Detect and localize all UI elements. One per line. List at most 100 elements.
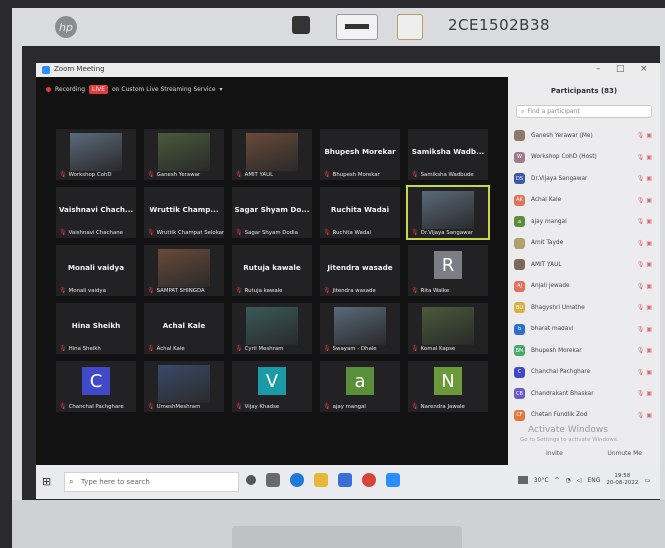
tile-name-label: 🎙 Dr.Vijaya Sangawar — [411, 229, 473, 236]
tile-label-text: Ganesh Yerawar — [156, 171, 201, 178]
video-tile[interactable]: Bhupesh Morekar 🎙 Bhupesh Morekar — [320, 129, 400, 180]
participant-row[interactable]: AMIT YAUL 🎙 ▣ — [514, 254, 656, 276]
video-tile[interactable]: 🎙 AMIT YAUL — [232, 129, 312, 180]
participant-status-icons[interactable]: 🎙 ▣ — [637, 154, 652, 161]
notification-icon[interactable]: ▭ — [644, 477, 650, 484]
video-tile[interactable]: C 🎙 Chanchal Pachghare — [56, 361, 136, 412]
participant-status-icons[interactable]: 🎙 ▣ — [637, 218, 652, 225]
muted-mic-icon: 🎙 — [411, 287, 419, 294]
participant-avatar: AJ — [514, 280, 525, 292]
video-tile[interactable]: Sagar Shyam Do... 🎙 Sagar Shyam Dodia — [232, 187, 312, 238]
video-tile[interactable]: a 🎙 ajay mangal — [320, 361, 400, 412]
video-tile[interactable]: Rutuja kawale 🎙 Rutuja kawale — [232, 245, 312, 296]
video-tile[interactable]: R 🎙 Rita Walke — [408, 245, 488, 296]
video-tile[interactable]: Vaishnavi Chach... 🎙 Vaishnavi Chachane — [56, 187, 136, 238]
participant-name: ajay mangal — [531, 218, 567, 225]
video-tile[interactable]: 🎙 Swayam - Dhale — [320, 303, 400, 354]
participant-search-input[interactable]: ⌕ Find a participant — [516, 105, 652, 118]
participant-row[interactable]: BU Bhagyshri Umathe 🎙 ▣ — [514, 297, 656, 319]
participant-avatar — [514, 237, 525, 249]
zoom-taskbar-icon[interactable] — [386, 473, 400, 487]
weather-icon[interactable] — [517, 476, 528, 484]
participant-row[interactable]: Ganesh Yerawar (Me) 🎙 ▣ — [514, 125, 656, 147]
system-tray: 30°C ^ ◔ ◁ ENG 19:58 20-08-2022 ▭ — [517, 473, 650, 487]
participant-status-icons[interactable]: 🎙 ▣ — [637, 326, 652, 333]
participant-status-icons[interactable]: 🎙 ▣ — [637, 304, 652, 311]
network-icon[interactable]: ◔ — [566, 477, 571, 484]
webcam-icon — [292, 16, 310, 34]
minimize-icon[interactable]: – — [596, 64, 601, 74]
video-tile[interactable]: 🎙 Komal Kapse — [408, 303, 488, 354]
chevron-up-icon[interactable]: ^ — [555, 477, 560, 484]
participant-row[interactable]: CF Chetan Fundlik Zod 🎙 ▣ — [514, 405, 656, 427]
tile-label-text: Rita Walke — [420, 287, 450, 294]
live-badge[interactable]: LIVE — [89, 85, 109, 94]
volume-icon[interactable]: ◁ — [577, 477, 582, 484]
muted-mic-icon: 🎙 — [323, 229, 331, 236]
invite-button[interactable]: Invite — [546, 450, 563, 457]
video-feed — [422, 307, 474, 345]
maximize-icon[interactable]: □ — [616, 64, 625, 74]
edge-icon[interactable] — [290, 473, 304, 487]
video-tile[interactable]: Samiksha Wadb... 🎙 Samiksha Wadbude — [408, 129, 488, 180]
chevron-down-icon[interactable]: ▾ — [220, 86, 223, 93]
temperature[interactable]: 30°C — [534, 477, 549, 484]
cortana-icon[interactable] — [246, 475, 256, 485]
taskbar-search-input[interactable]: ⌕ Type here to search — [64, 472, 239, 492]
video-tile[interactable]: 🎙 SAMPAT SHINGDA — [144, 245, 224, 296]
video-tile[interactable]: 🎙 Cyril Meshram — [232, 303, 312, 354]
participant-row[interactable]: W Workshop CohD (Host) 🎙 ▣ — [514, 147, 656, 169]
recording-label: Recording — [55, 86, 86, 93]
video-tile[interactable]: 🎙 UmeshMeshram — [144, 361, 224, 412]
participant-row[interactable]: C Chanchal Pachghare 🎙 ▣ — [514, 362, 656, 384]
windows-taskbar: ⊞ ⌕ Type here to search 30°C ^ ◔ ◁ ENG 1… — [36, 465, 660, 499]
video-tile[interactable]: Jitendra wasade 🎙 Jitendra wasade — [320, 245, 400, 296]
video-feed — [422, 191, 474, 229]
participant-status-icons[interactable]: 🎙 ▣ — [637, 283, 652, 290]
participant-status-icons[interactable]: 🎙 ▣ — [637, 347, 652, 354]
participant-status-icons[interactable]: 🎙 ▣ — [637, 197, 652, 204]
mail-icon[interactable] — [338, 473, 352, 487]
participant-row[interactable]: Amit Tayde 🎙 ▣ — [514, 233, 656, 255]
video-tile[interactable]: Wruttik Champ... 🎙 Wruttik Champat Selokar — [144, 187, 224, 238]
participant-status-icons[interactable]: 🎙 ▣ — [637, 261, 652, 268]
video-tile[interactable]: Hina Sheikh 🎙 Hina Sheikh — [56, 303, 136, 354]
clock[interactable]: 19:58 20-08-2022 — [606, 473, 638, 487]
participant-row[interactable]: a ajay mangal 🎙 ▣ — [514, 211, 656, 233]
tile-name-label: 🎙 Bhupesh Morekar — [323, 171, 380, 178]
participant-row[interactable]: BM Bhupesh Morekar 🎙 ▣ — [514, 340, 656, 362]
participant-status-icons[interactable]: 🎙 ▣ — [637, 240, 652, 247]
participant-row[interactable]: AK Achal Kale 🎙 ▣ — [514, 190, 656, 212]
participant-status-icons[interactable]: 🎙 ▣ — [637, 390, 652, 397]
participant-status-icons[interactable]: 🎙 ▣ — [637, 412, 652, 419]
participant-status-icons[interactable]: 🎙 ▣ — [637, 132, 652, 139]
video-tile[interactable]: Ruchita Wadai 🎙 Ruchita Wadai — [320, 187, 400, 238]
file-explorer-icon[interactable] — [314, 473, 328, 487]
video-feed — [246, 307, 298, 345]
close-icon[interactable]: × — [640, 64, 648, 74]
tile-name-label: 🎙 Jitendra wasade — [323, 287, 376, 294]
participant-status-icons[interactable]: 🎙 ▣ — [637, 175, 652, 182]
participant-row[interactable]: b bharat madavi 🎙 ▣ — [514, 319, 656, 341]
participant-status-icons[interactable]: 🎙 ▣ — [637, 369, 652, 376]
video-tile[interactable]: Monali vaidya 🎙 Monali vaidya — [56, 245, 136, 296]
tile-label-text: Ruchita Wadai — [332, 229, 372, 236]
video-tile[interactable]: Achal Kale 🎙 Achal Kale — [144, 303, 224, 354]
task-view-icon[interactable] — [266, 473, 280, 487]
windows-start-icon[interactable]: ⊞ — [42, 475, 51, 488]
streaming-service[interactable]: on Custom Live Streaming Service — [112, 86, 216, 93]
video-tile[interactable]: 🎙 Dr.Vijaya Sangawar — [406, 185, 490, 240]
video-tile[interactable]: V 🎙 Vijay Khadse — [232, 361, 312, 412]
language[interactable]: ENG — [587, 477, 600, 484]
chrome-icon[interactable] — [362, 473, 376, 487]
participant-row[interactable]: CB Chandrakant Bhaskar 🎙 ▣ — [514, 383, 656, 405]
video-tile[interactable]: 🎙 Ganesh Yerawar — [144, 129, 224, 180]
participant-row[interactable]: DS Dr.Vijaya Sangawar 🎙 ▣ — [514, 168, 656, 190]
tile-label-text: Achal Kale — [156, 345, 185, 352]
video-tile[interactable]: 🎙 Workshop CohD — [56, 129, 136, 180]
screen: Zoom Meeting – □ × Recording LIVE on Cus… — [36, 63, 660, 499]
participant-row[interactable]: AJ Anjali jewade 🎙 ▣ — [514, 276, 656, 298]
video-tile[interactable]: N 🎙 Narendra Jawale — [408, 361, 488, 412]
unmute-button[interactable]: Unmute Me — [607, 450, 642, 457]
tile-name-label: 🎙 ajay mangal — [323, 403, 366, 410]
